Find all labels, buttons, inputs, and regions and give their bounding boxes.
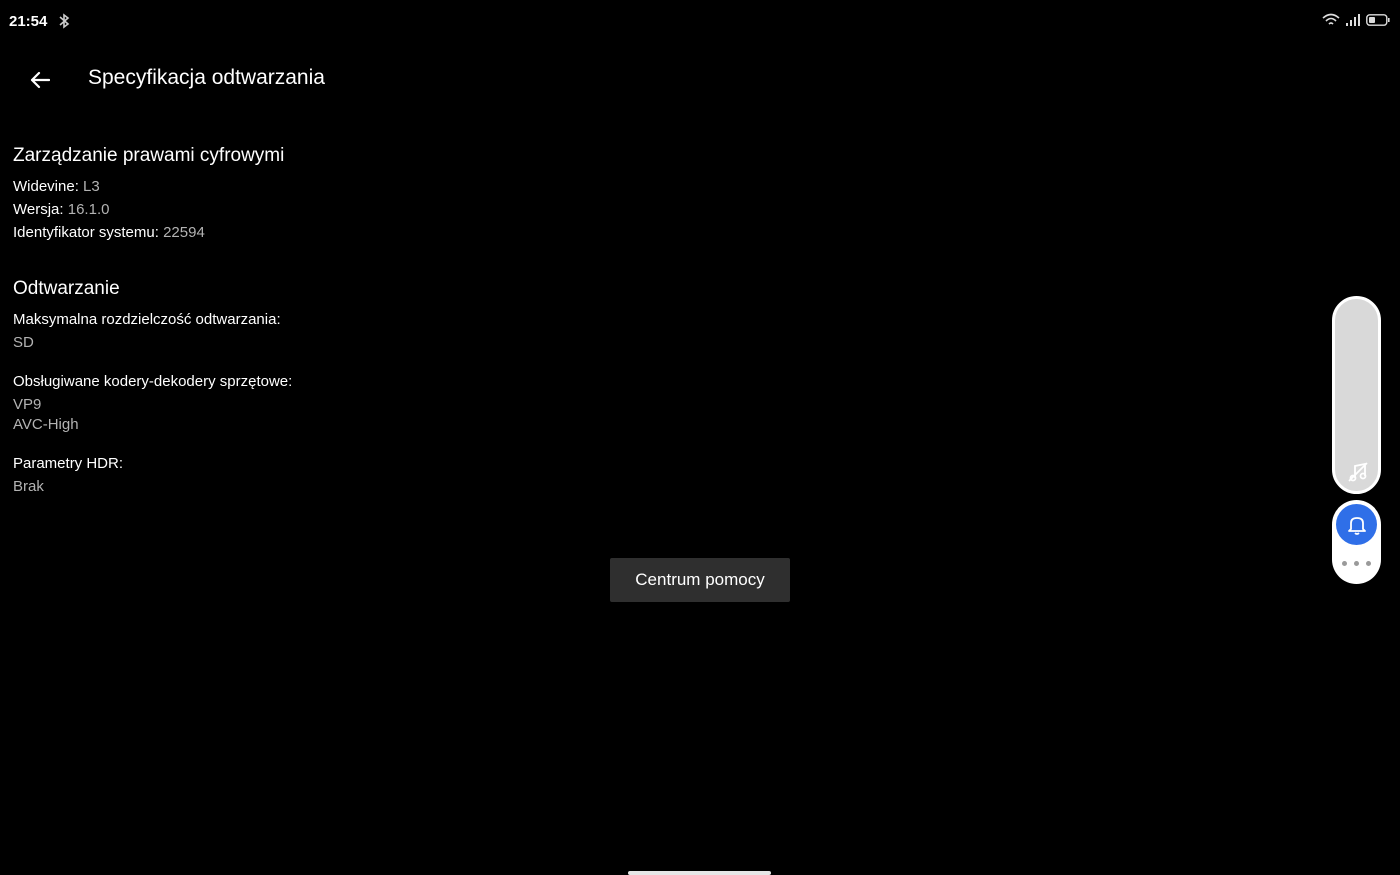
widevine-label: Widevine:	[13, 178, 79, 195]
bell-icon	[1347, 516, 1366, 535]
widevine-value: L3	[83, 178, 100, 195]
dot	[1342, 560, 1347, 566]
wifi-icon	[1322, 13, 1340, 25]
codecs-label: Obsługiwane kodery-dekodery sprzętowe:	[13, 373, 293, 390]
playback-spec-screen: 21:54 Specyfikacja odtwarzania Zarządzan…	[0, 0, 1400, 875]
playback-section-title: Odtwarzanie	[13, 278, 120, 299]
drm-section-title: Zarządzanie prawami cyfrowymi	[13, 145, 285, 166]
bluetooth-icon	[59, 13, 70, 29]
dot	[1354, 560, 1359, 566]
battery-icon	[1366, 14, 1390, 26]
max-resolution-value: SD	[13, 334, 34, 351]
help-center-button[interactable]: Centrum pomocy	[610, 558, 790, 602]
system-id-value: 22594	[163, 224, 205, 241]
floating-side-pill[interactable]	[1332, 296, 1381, 494]
hdr-value: Brak	[13, 478, 44, 495]
version-label: Wersja:	[13, 201, 64, 218]
codec-item: VP9	[13, 396, 42, 413]
max-resolution-label: Maksymalna rozdzielczość odtwarzania:	[13, 311, 281, 328]
notification-button[interactable]	[1336, 504, 1377, 545]
signal-icon	[1346, 14, 1360, 26]
hdr-label: Parametry HDR:	[13, 455, 124, 472]
version-row: Wersja: 16.1.0	[13, 200, 109, 220]
widevine-row: Widevine: L3	[13, 177, 100, 197]
music-off-icon	[1348, 462, 1368, 482]
floating-side-card	[1332, 500, 1381, 584]
version-value: 16.1.0	[67, 201, 110, 218]
home-indicator[interactable]	[628, 871, 771, 875]
status-bar: 21:54	[0, 0, 1400, 44]
system-id-label: Identyfikator systemu:	[13, 224, 159, 241]
clock: 21:54	[9, 13, 48, 30]
page-title: Specyfikacja odtwarzania	[88, 66, 325, 89]
arrow-left-icon	[30, 71, 50, 89]
codec-item: AVC-High	[13, 416, 79, 433]
more-dots-icon[interactable]	[1342, 556, 1371, 570]
dot	[1366, 560, 1371, 566]
back-button[interactable]	[20, 60, 60, 100]
system-id-row: Identyfikator systemu: 22594	[13, 223, 205, 243]
system-icons	[1322, 13, 1390, 27]
